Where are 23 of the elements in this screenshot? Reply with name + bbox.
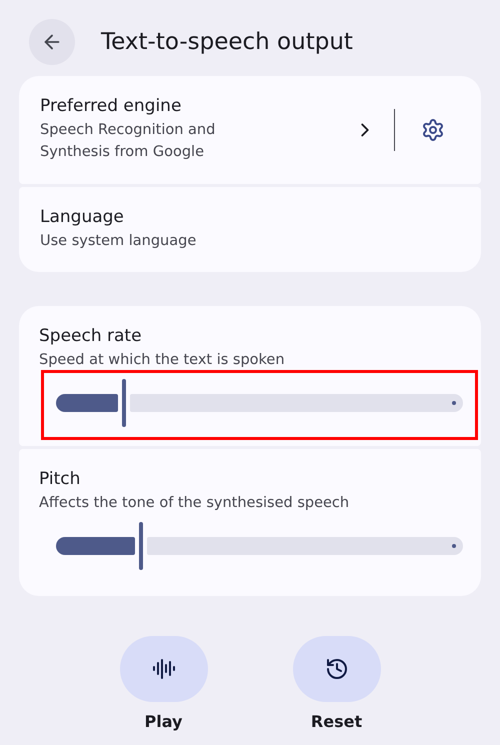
- row-title: Speech rate: [39, 326, 143, 346]
- page-title: Text-to-speech output: [101, 29, 353, 55]
- sound-wave-icon: [152, 657, 176, 681]
- settings-icon[interactable]: [421, 118, 445, 142]
- back-button[interactable]: [29, 19, 75, 65]
- row-subtitle: Use system language: [40, 232, 198, 251]
- row-subtitle: Speed at which the text is spoken: [39, 351, 286, 370]
- row-subtitle: Affects the tone of the synthesised speech: [39, 494, 350, 513]
- settings-row[interactable]: Preferred engine Speech Recognition and Synthesis from Google: [19, 76, 481, 184]
- row-subtitle: Speech Recognition and Synthesis from Google: [40, 121, 216, 162]
- slider-track[interactable]: [56, 377, 463, 429]
- stop-dot-icon: [452, 544, 456, 548]
- stop-dot-icon: [452, 401, 456, 405]
- row-title: Pitch: [39, 469, 82, 489]
- button-label: Reset: [310, 712, 362, 731]
- settings-row[interactable]: Language Use system language: [19, 187, 481, 272]
- button-label: Play: [144, 712, 182, 731]
- history-icon: [324, 657, 348, 681]
- row-title: Language: [40, 207, 125, 227]
- row-title: Preferred engine: [40, 96, 182, 116]
- slider-track[interactable]: [56, 520, 463, 572]
- slider-thumb[interactable]: [139, 522, 144, 570]
- slider-thumb[interactable]: [122, 379, 126, 427]
